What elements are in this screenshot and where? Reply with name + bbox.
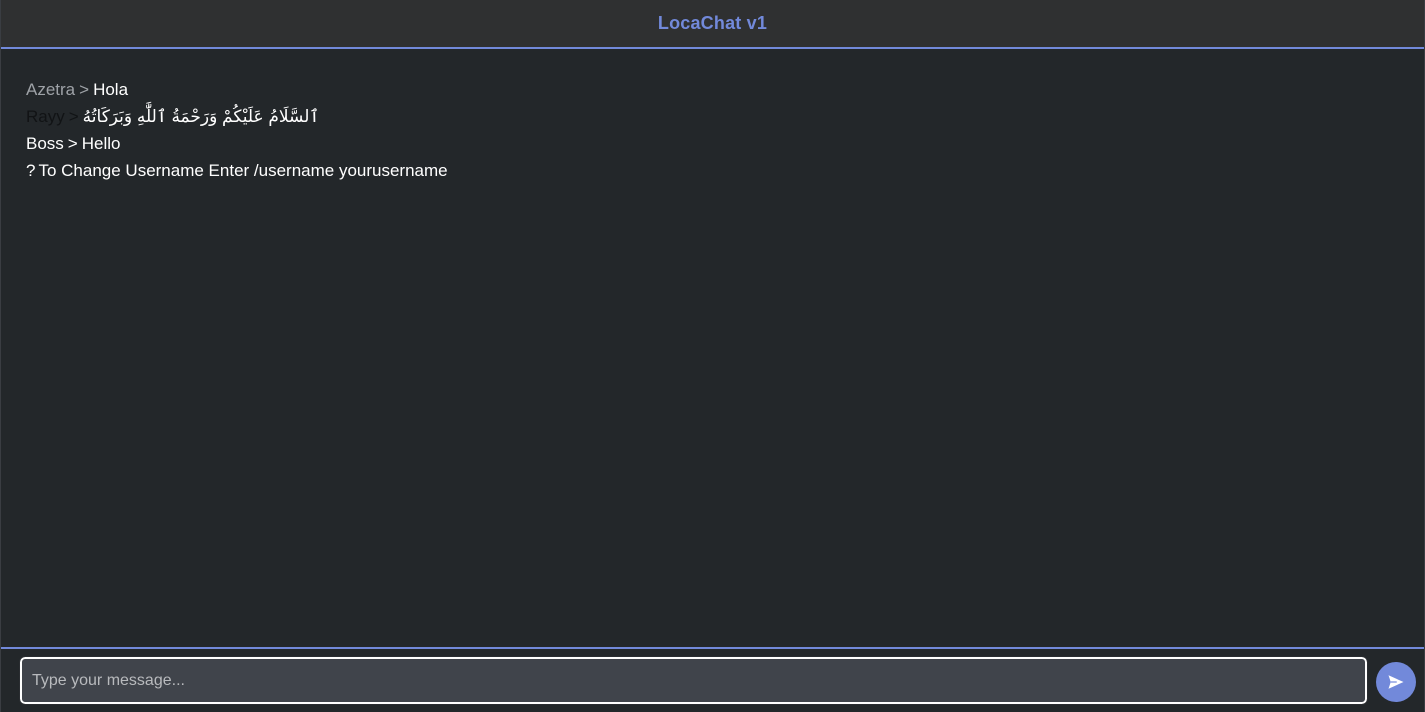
message-text: Hello <box>81 134 121 153</box>
system-hint-row: ? To Change Username Enter /username your… <box>26 157 1399 184</box>
message-row: Azetra > Hola <box>26 76 1399 103</box>
hint-marker: ? <box>26 161 36 180</box>
message-input[interactable] <box>19 656 1368 705</box>
message-username: Azetra <box>26 80 76 99</box>
chat-app: LocaChat v1 Azetra > Hola Rayy > ٱلسَّلَامُ … <box>0 0 1425 712</box>
send-button[interactable] <box>1376 662 1416 702</box>
message-separator: > <box>67 134 78 153</box>
app-title: LocaChat v1 <box>657 13 768 33</box>
message-list: Azetra > Hola Rayy > ٱلسَّلَامُ عَلَيْكُمْ و… <box>26 76 1399 636</box>
message-separator: > <box>68 107 79 126</box>
message-composer <box>1 647 1424 712</box>
message-username: Rayy <box>26 107 65 126</box>
message-row: Boss > Hello <box>26 130 1399 157</box>
message-username: Boss <box>26 134 64 153</box>
chat-header: LocaChat v1 <box>1 0 1424 49</box>
message-text: ٱلسَّلَامُ عَلَيْكُمْ وَرَحْمَةُ ٱللَّٰه… <box>82 107 320 126</box>
message-separator: > <box>79 80 90 99</box>
message-text: Hola <box>93 80 129 99</box>
message-row: Rayy > ٱلسَّلَامُ عَلَيْكُمْ وَرَحْمَةُ ٱل… <box>26 103 1399 130</box>
hint-text: To Change Username Enter /username youru… <box>38 161 448 180</box>
send-icon <box>1388 675 1404 689</box>
